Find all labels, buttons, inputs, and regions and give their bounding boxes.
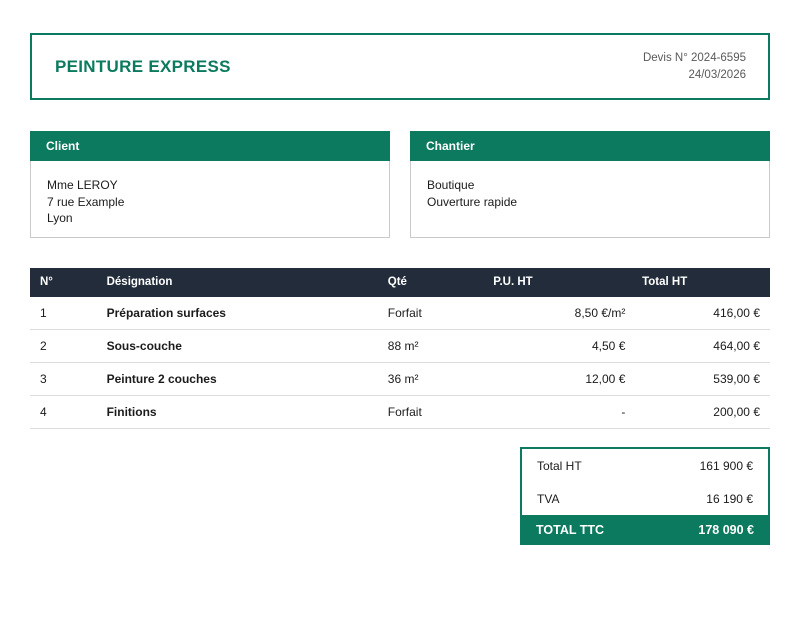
table-row: 4 Finitions Forfait - 200,00 € <box>30 396 770 429</box>
row-designation: Sous-couche <box>97 330 378 363</box>
table-header: N° Désignation Qté P.U. HT Total HT <box>30 268 770 297</box>
row-qty: 88 m² <box>378 330 467 363</box>
table-row: 3 Peinture 2 couches 36 m² 12,00 € 539,0… <box>30 363 770 396</box>
devis-meta: Devis N° 2024-6595 24/03/2026 <box>643 50 746 84</box>
tva-row: TVA 16 190 € <box>522 482 768 515</box>
row-qty: Forfait <box>378 297 467 330</box>
devis-number: Devis N° 2024-6595 <box>643 50 746 67</box>
line-items-table: N° Désignation Qté P.U. HT Total HT 1 Pr… <box>30 268 770 429</box>
chantier-box-body: Boutique Ouverture rapide <box>411 161 769 210</box>
row-pu: 8,50 €/m² <box>467 297 630 330</box>
total-ttc-value: 178 090 € <box>698 523 754 537</box>
row-qty: Forfait <box>378 396 467 429</box>
row-pu: - <box>467 396 630 429</box>
row-num: 2 <box>30 330 97 363</box>
row-num: 3 <box>30 363 97 396</box>
tva-value: 16 190 € <box>706 492 753 506</box>
total-ttc-row: TOTAL TTC 178 090 € <box>521 515 769 544</box>
table-row: 1 Préparation surfaces Forfait 8,50 €/m²… <box>30 297 770 330</box>
devis-date: 24/03/2026 <box>643 67 746 84</box>
chantier-line-1: Boutique <box>427 177 753 194</box>
column-header-qty: Qté <box>378 268 467 297</box>
row-num: 1 <box>30 297 97 330</box>
client-box-body: Mme LEROY 7 rue Example Lyon <box>31 161 389 227</box>
client-address: 7 rue Example <box>47 194 373 211</box>
company-name: PEINTURE EXPRESS <box>55 57 231 77</box>
total-ht-label: Total HT <box>537 459 582 473</box>
column-header-pu: P.U. HT <box>467 268 630 297</box>
row-total: 200,00 € <box>629 396 770 429</box>
total-ht-row: Total HT 161 900 € <box>522 449 768 482</box>
client-name: Mme LEROY <box>47 177 373 194</box>
info-boxes-row: Client Mme LEROY 7 rue Example Lyon Chan… <box>30 131 770 238</box>
row-total: 464,00 € <box>629 330 770 363</box>
column-header-designation: Désignation <box>97 268 378 297</box>
total-ht-value: 161 900 € <box>700 459 753 473</box>
client-box-title: Client <box>30 131 390 161</box>
total-ttc-label: TOTAL TTC <box>536 523 604 537</box>
tva-label: TVA <box>537 492 559 506</box>
row-designation: Finitions <box>97 396 378 429</box>
client-box: Client Mme LEROY 7 rue Example Lyon <box>30 131 390 238</box>
row-pu: 12,00 € <box>467 363 630 396</box>
column-header-total: Total HT <box>629 268 770 297</box>
row-pu: 4,50 € <box>467 330 630 363</box>
column-header-num: N° <box>30 268 97 297</box>
row-qty: 36 m² <box>378 363 467 396</box>
row-designation: Préparation surfaces <box>97 297 378 330</box>
row-designation: Peinture 2 couches <box>97 363 378 396</box>
row-num: 4 <box>30 396 97 429</box>
row-total: 539,00 € <box>629 363 770 396</box>
devis-document: PEINTURE EXPRESS Devis N° 2024-6595 24/0… <box>0 0 800 627</box>
table-row: 2 Sous-couche 88 m² 4,50 € 464,00 € <box>30 330 770 363</box>
document-header: PEINTURE EXPRESS Devis N° 2024-6595 24/0… <box>30 33 770 100</box>
chantier-line-2: Ouverture rapide <box>427 194 753 211</box>
chantier-box-title: Chantier <box>410 131 770 161</box>
chantier-box: Chantier Boutique Ouverture rapide <box>410 131 770 238</box>
totals-box: Total HT 161 900 € TVA 16 190 € TOTAL TT… <box>520 447 770 545</box>
client-city: Lyon <box>47 210 373 227</box>
row-total: 416,00 € <box>629 297 770 330</box>
